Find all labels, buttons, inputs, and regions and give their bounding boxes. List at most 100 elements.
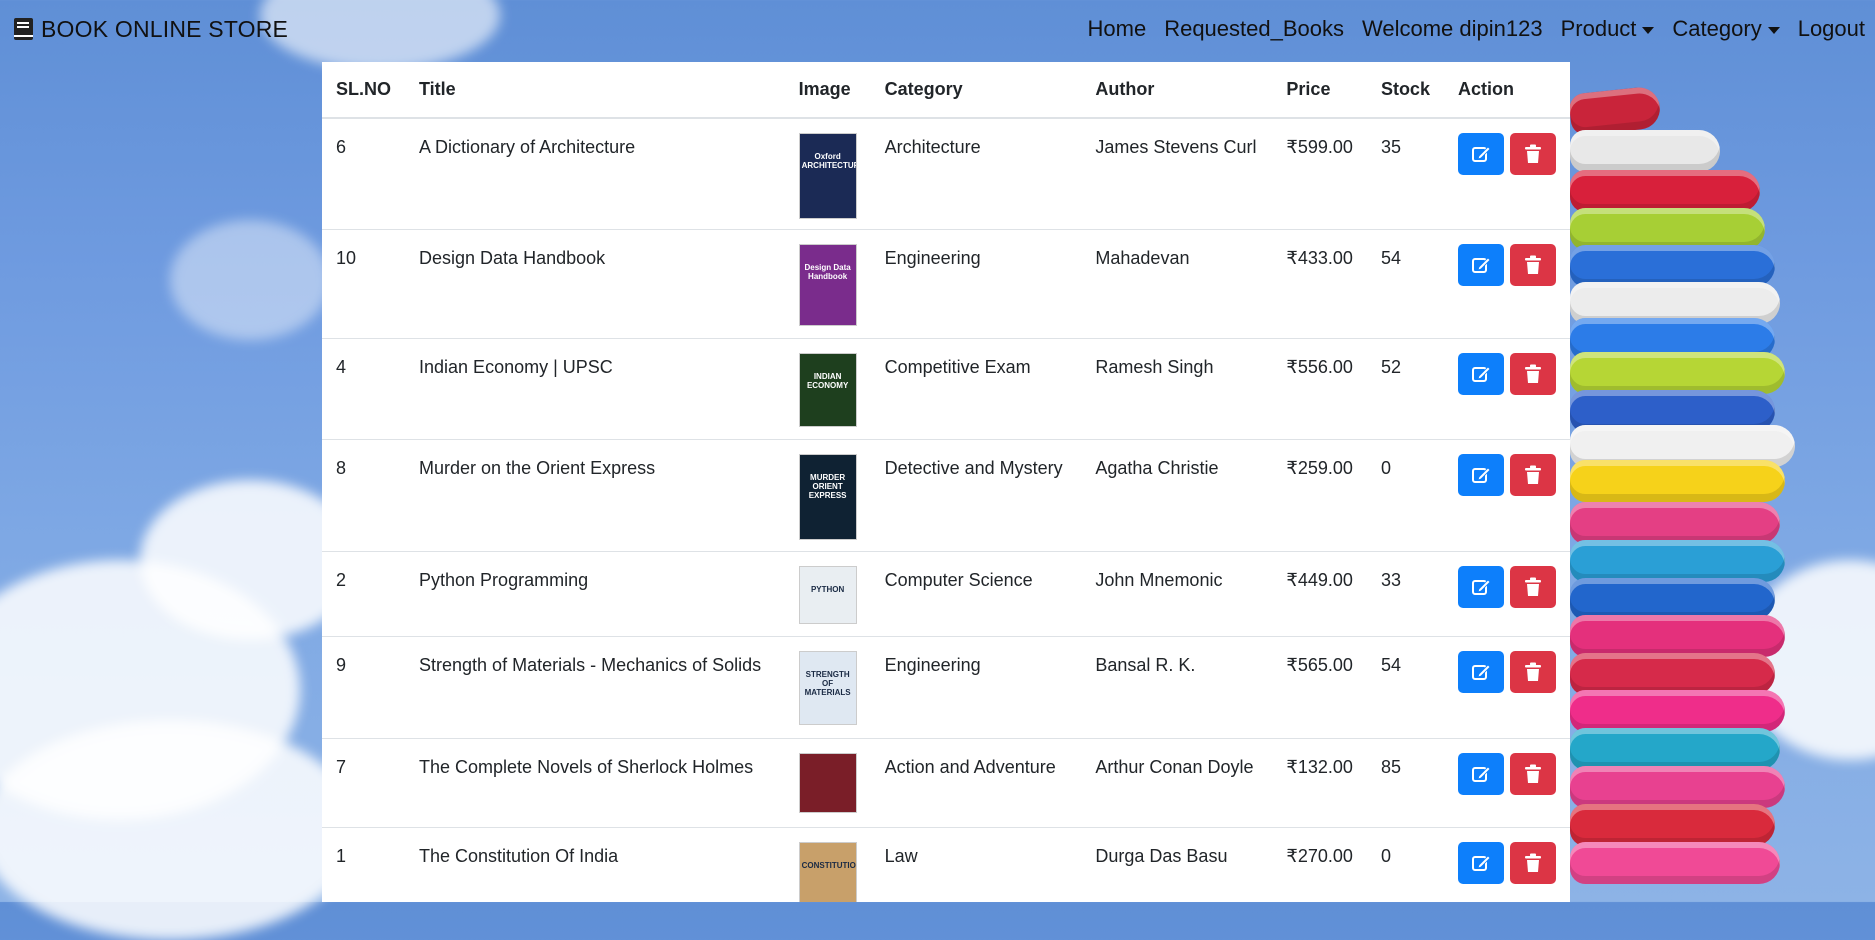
background-cloud: [170, 220, 330, 340]
edit-icon: [1472, 466, 1491, 483]
header-category: Category: [870, 62, 1082, 119]
caret-down-icon: [1767, 26, 1780, 34]
nav-category-label: Category: [1672, 16, 1762, 41]
cell-action: [1444, 338, 1570, 440]
top-navbar: BOOK ONLINE STORE Home Requested_Books W…: [0, 0, 1875, 58]
cell-author: Arthur Conan Doyle: [1081, 738, 1273, 828]
cell-action: [1444, 636, 1570, 739]
book-cover-image: STRENGTH OF MATERIALS: [798, 650, 857, 725]
cell-price: ₹565.00: [1272, 636, 1367, 739]
book-cover-text: CONSTITUTION: [801, 860, 857, 870]
cell-stock: 85: [1366, 738, 1444, 828]
nav-requested-books-link[interactable]: Requested_Books: [1164, 16, 1344, 42]
edit-button[interactable]: [1458, 243, 1504, 286]
delete-button[interactable]: [1510, 243, 1556, 286]
cell-author: Agatha Christie: [1081, 439, 1273, 552]
cell-slno: 7: [322, 738, 406, 828]
book-cover-image: PYTHON: [798, 565, 857, 624]
edit-button[interactable]: [1458, 565, 1504, 608]
cell-stock: 52: [1366, 338, 1444, 440]
edit-icon: [1472, 146, 1491, 162]
table-row: 1 The Constitution Of India CONSTITUTION…: [322, 827, 1570, 902]
cell-title: The Constitution Of India: [405, 827, 785, 902]
cell-title: A Dictionary of Architecture: [405, 118, 785, 230]
background-cloud: [0, 720, 360, 940]
delete-button[interactable]: [1510, 752, 1556, 795]
cell-price: ₹449.00: [1272, 551, 1367, 637]
table-row: 10 Design Data Handbook Design Data Hand…: [322, 229, 1570, 339]
cell-category: Engineering: [870, 229, 1082, 339]
trash-icon: [1525, 364, 1541, 383]
table-row: 7 The Complete Novels of Sherlock Holmes…: [322, 738, 1570, 828]
cell-category: Competitive Exam: [870, 338, 1082, 440]
cell-slno: 2: [322, 551, 406, 637]
edit-icon: [1472, 578, 1491, 595]
cell-price: ₹132.00: [1272, 738, 1367, 828]
book-cover-image: CONSTITUTION: [798, 841, 857, 902]
delete-button[interactable]: [1510, 453, 1556, 496]
book-cover-text: Design Data Handbook: [804, 262, 851, 281]
delete-button[interactable]: [1510, 841, 1556, 884]
cell-category: Detective and Mystery: [870, 439, 1082, 552]
cell-action: [1444, 439, 1570, 552]
cell-author: John Mnemonic: [1081, 551, 1273, 637]
cell-image: PYTHON: [784, 551, 871, 637]
cell-title: Murder on the Orient Express: [405, 439, 785, 552]
row-actions: [1458, 752, 1556, 795]
book-cover-text: PYTHON: [810, 584, 845, 594]
edit-button[interactable]: [1458, 841, 1504, 884]
trash-icon: [1525, 662, 1541, 681]
book-icon: [14, 18, 33, 40]
edit-button[interactable]: [1458, 650, 1504, 693]
edit-button[interactable]: [1458, 352, 1504, 395]
cell-price: ₹599.00: [1272, 118, 1367, 230]
delete-button[interactable]: [1510, 352, 1556, 395]
nav-category-dropdown[interactable]: Category: [1672, 16, 1780, 42]
cell-stock: 35: [1366, 118, 1444, 230]
row-actions: [1458, 453, 1556, 496]
cell-title: Indian Economy | UPSC: [405, 338, 785, 440]
cell-price: ₹433.00: [1272, 229, 1367, 339]
book-cover-text: Oxford ARCHITECTURE: [801, 152, 856, 170]
edit-button[interactable]: [1458, 453, 1504, 496]
cell-image: CONSTITUTION: [784, 827, 871, 902]
book-cover-text: MURDER ORIENT EXPRESS: [808, 472, 847, 500]
cell-price: ₹556.00: [1272, 338, 1367, 440]
brand[interactable]: BOOK ONLINE STORE: [14, 16, 288, 43]
nav-product-dropdown[interactable]: Product: [1561, 16, 1655, 42]
delete-button[interactable]: [1510, 650, 1556, 693]
delete-button[interactable]: [1510, 565, 1556, 608]
cell-slno: 10: [322, 229, 406, 339]
book-stack-illustration: [1560, 85, 1875, 902]
row-actions: [1458, 243, 1556, 286]
header-price: Price: [1272, 62, 1367, 119]
book-cover-image: Design Data Handbook: [798, 243, 857, 326]
cell-action: [1444, 738, 1570, 828]
table-body: 6 A Dictionary of Architecture Oxford AR…: [322, 118, 1570, 902]
cell-title: The Complete Novels of Sherlock Holmes: [405, 738, 785, 828]
cell-author: Durga Das Basu: [1081, 827, 1273, 902]
edit-icon: [1472, 365, 1491, 382]
cell-category: Architecture: [870, 118, 1082, 230]
table-row: 6 A Dictionary of Architecture Oxford AR…: [322, 118, 1570, 230]
edit-button[interactable]: [1458, 752, 1504, 795]
cell-image: Design Data Handbook: [784, 229, 871, 339]
book-cover-image: [798, 752, 857, 813]
book-cover-image: INDIAN ECONOMY: [798, 352, 857, 427]
header-title: Title: [405, 62, 785, 119]
book-cover-text: INDIAN ECONOMY: [806, 371, 849, 390]
delete-button[interactable]: [1510, 133, 1556, 175]
nav-home-link[interactable]: Home: [1088, 16, 1147, 42]
cell-author: Mahadevan: [1081, 229, 1273, 339]
nav-welcome-user[interactable]: Welcome dipin123: [1362, 16, 1543, 42]
table-header-row: SL.NO Title Image Category Author Price …: [322, 62, 1570, 119]
edit-button[interactable]: [1458, 133, 1504, 175]
header-author: Author: [1081, 62, 1273, 119]
table-row: 2 Python Programming PYTHON Computer Sci…: [322, 551, 1570, 637]
trash-icon: [1525, 255, 1541, 274]
table-row: 4 Indian Economy | UPSC INDIAN ECONOMY C…: [322, 338, 1570, 440]
row-actions: [1458, 352, 1556, 395]
row-actions: [1458, 650, 1556, 693]
nav-logout-link[interactable]: Logout: [1798, 16, 1865, 42]
table-row: 9 Strength of Materials - Mechanics of S…: [322, 636, 1570, 739]
